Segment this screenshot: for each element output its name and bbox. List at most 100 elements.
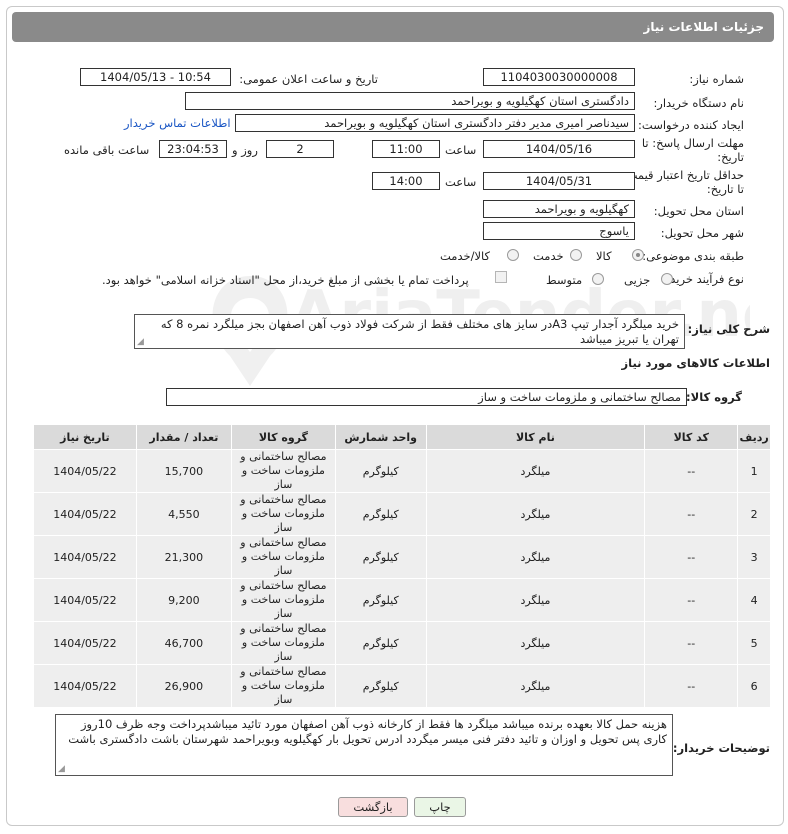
table-row: 5 -- میلگرد کیلوگرم مصالح ساختمانی و ملز… — [33, 621, 771, 665]
print-button[interactable]: چاپ — [414, 797, 466, 817]
buyer-org-field: دادگستری استان کهگیلویه و بویراحمد — [185, 92, 635, 110]
col-header-group: گروه کالا — [230, 424, 336, 450]
row-date: 1404/05/22 — [33, 621, 137, 665]
resize-grip-icon[interactable]: ◢ — [58, 765, 65, 774]
creator-label: ایجاد کننده درخواست: — [638, 118, 744, 132]
table-row: 3 -- میلگرد کیلوگرم مصالح ساختمانی و ملز… — [33, 535, 771, 579]
row-date: 1404/05/22 — [33, 578, 137, 622]
row-date: 1404/05/22 — [33, 664, 137, 708]
row-group: مصالح ساختمانی و ملزومات ساخت و ساز — [230, 535, 336, 579]
need-number-label: شماره نیاز: — [689, 72, 744, 86]
goods-group-label: گروه کالا: — [686, 390, 742, 404]
row-unit: کیلوگرم — [334, 449, 427, 493]
row-unit: کیلوگرم — [334, 535, 427, 579]
buyer-org-label: نام دستگاه خریدار: — [653, 96, 744, 110]
buyer-contact-link[interactable]: اطلاعات تماس خریدار — [124, 116, 231, 130]
goods-section-title: اطلاعات کالاهای مورد نیاز — [621, 356, 770, 370]
row-index: 3 — [737, 535, 771, 579]
row-qty: 46,700 — [135, 621, 232, 665]
row-index: 4 — [737, 578, 771, 622]
row-group: مصالح ساختمانی و ملزومات ساخت و ساز — [230, 664, 336, 708]
reply-deadline-label: مهلت ارسال پاسخ: تا — [641, 136, 744, 150]
buyer-notes-label: توضیحات خریدار: — [672, 741, 770, 755]
row-group: مصالح ساختمانی و ملزومات ساخت و ساز — [230, 492, 336, 536]
reply-deadline-date: 1404/05/16 — [483, 140, 635, 158]
table-row: 4 -- میلگرد کیلوگرم مصالح ساختمانی و ملز… — [33, 578, 771, 622]
price-validity-time: 14:00 — [372, 172, 440, 190]
category-radio-service[interactable] — [570, 249, 582, 261]
delivery-province-label: استان محل تحویل: — [653, 204, 744, 218]
table-row: 6 -- میلگرد کیلوگرم مصالح ساختمانی و ملز… — [33, 664, 771, 708]
row-name: میلگرد — [425, 492, 646, 536]
row-date: 1404/05/22 — [33, 449, 137, 493]
price-validity-label: حداقل تاریخ اعتبار قیمت: — [622, 168, 744, 182]
row-index: 2 — [737, 492, 771, 536]
days-label: روز و — [232, 143, 258, 157]
description-label: شرح کلی نیاز: — [687, 322, 770, 336]
delivery-city-label: شهر محل تحویل: — [660, 226, 744, 240]
row-code: -- — [644, 449, 739, 493]
process-option-medium: متوسط — [546, 273, 583, 287]
row-group: مصالح ساختمانی و ملزومات ساخت و ساز — [230, 578, 336, 622]
row-name: میلگرد — [425, 449, 646, 493]
process-option-minor: جزیی — [624, 273, 651, 287]
goods-group-field: مصالح ساختمانی و ملزومات ساخت و ساز — [166, 388, 687, 406]
row-code: -- — [644, 664, 739, 708]
row-name: میلگرد — [425, 535, 646, 579]
row-name: میلگرد — [425, 578, 646, 622]
row-qty: 21,300 — [135, 535, 232, 579]
treasury-payment-checkbox[interactable] — [495, 271, 507, 283]
price-time-label: ساعت — [445, 175, 477, 189]
row-code: -- — [644, 492, 739, 536]
reply-deadline-label-2: تاریخ: — [717, 150, 744, 164]
purchase-process-label: نوع فرآیند خرید : — [662, 272, 744, 286]
row-unit: کیلوگرم — [334, 664, 427, 708]
col-header-code: کد کالا — [644, 424, 739, 450]
process-radio-medium[interactable] — [592, 273, 604, 285]
table-row: 1 -- میلگرد کیلوگرم مصالح ساختمانی و ملز… — [33, 449, 771, 493]
remaining-time-field: 23:04:53 — [159, 140, 227, 158]
row-name: میلگرد — [425, 664, 646, 708]
row-code: -- — [644, 621, 739, 665]
process-radio-minor[interactable] — [661, 273, 673, 285]
row-group: مصالح ساختمانی و ملزومات ساخت و ساز — [230, 621, 336, 665]
remaining-label: ساعت باقی مانده — [64, 143, 150, 157]
delivery-city-field: یاسوج — [483, 222, 635, 240]
col-header-unit: واحد شمارش — [334, 424, 427, 450]
category-option-goods-service: کالا/خدمت — [440, 249, 491, 263]
reply-deadline-time: 11:00 — [372, 140, 440, 158]
reply-time-label: ساعت — [445, 143, 477, 157]
row-unit: کیلوگرم — [334, 578, 427, 622]
row-index: 1 — [737, 449, 771, 493]
row-date: 1404/05/22 — [33, 535, 137, 579]
row-index: 6 — [737, 664, 771, 708]
row-unit: کیلوگرم — [334, 492, 427, 536]
category-option-goods: کالا — [596, 249, 612, 263]
back-button[interactable]: بازگشت — [338, 797, 408, 817]
col-header-name: نام کالا — [425, 424, 646, 450]
row-code: -- — [644, 535, 739, 579]
row-index: 5 — [737, 621, 771, 665]
reply-days-field: 2 — [266, 140, 334, 158]
row-qty: 26,900 — [135, 664, 232, 708]
description-text: خرید میلگرد آجدار تیپ A3در سایز های مختل… — [160, 317, 679, 346]
category-radio-goods-service[interactable] — [507, 249, 519, 261]
row-name: میلگرد — [425, 621, 646, 665]
row-group: مصالح ساختمانی و ملزومات ساخت و ساز — [230, 449, 336, 493]
row-qty: 9,200 — [135, 578, 232, 622]
treasury-payment-note: پرداخت تمام یا بخشی از مبلغ خرید،از محل … — [102, 273, 469, 287]
buyer-notes-textarea[interactable]: هزینه حمل کالا بعهده برنده میباشد میلگرد… — [55, 714, 673, 776]
col-header-date: تاریخ نیاز — [33, 424, 137, 450]
resize-grip-icon[interactable]: ◢ — [137, 338, 144, 347]
description-textarea[interactable]: خرید میلگرد آجدار تیپ A3در سایز های مختل… — [134, 314, 685, 349]
col-header-qty: تعداد / مقدار — [135, 424, 232, 450]
price-validity-date: 1404/05/31 — [483, 172, 635, 190]
need-number-field: 1104030030000008 — [483, 68, 635, 86]
row-qty: 4,550 — [135, 492, 232, 536]
buyer-notes-text: هزینه حمل کالا بعهده برنده میباشد میلگرد… — [68, 717, 667, 746]
category-radio-goods[interactable] — [632, 249, 644, 261]
announce-datetime-label: تاریخ و ساعت اعلان عمومی: — [239, 72, 378, 86]
row-unit: کیلوگرم — [334, 621, 427, 665]
table-row: 2 -- میلگرد کیلوگرم مصالح ساختمانی و ملز… — [33, 492, 771, 536]
table-header-row: ردیف کد کالا نام کالا واحد شمارش گروه کا… — [33, 424, 771, 450]
